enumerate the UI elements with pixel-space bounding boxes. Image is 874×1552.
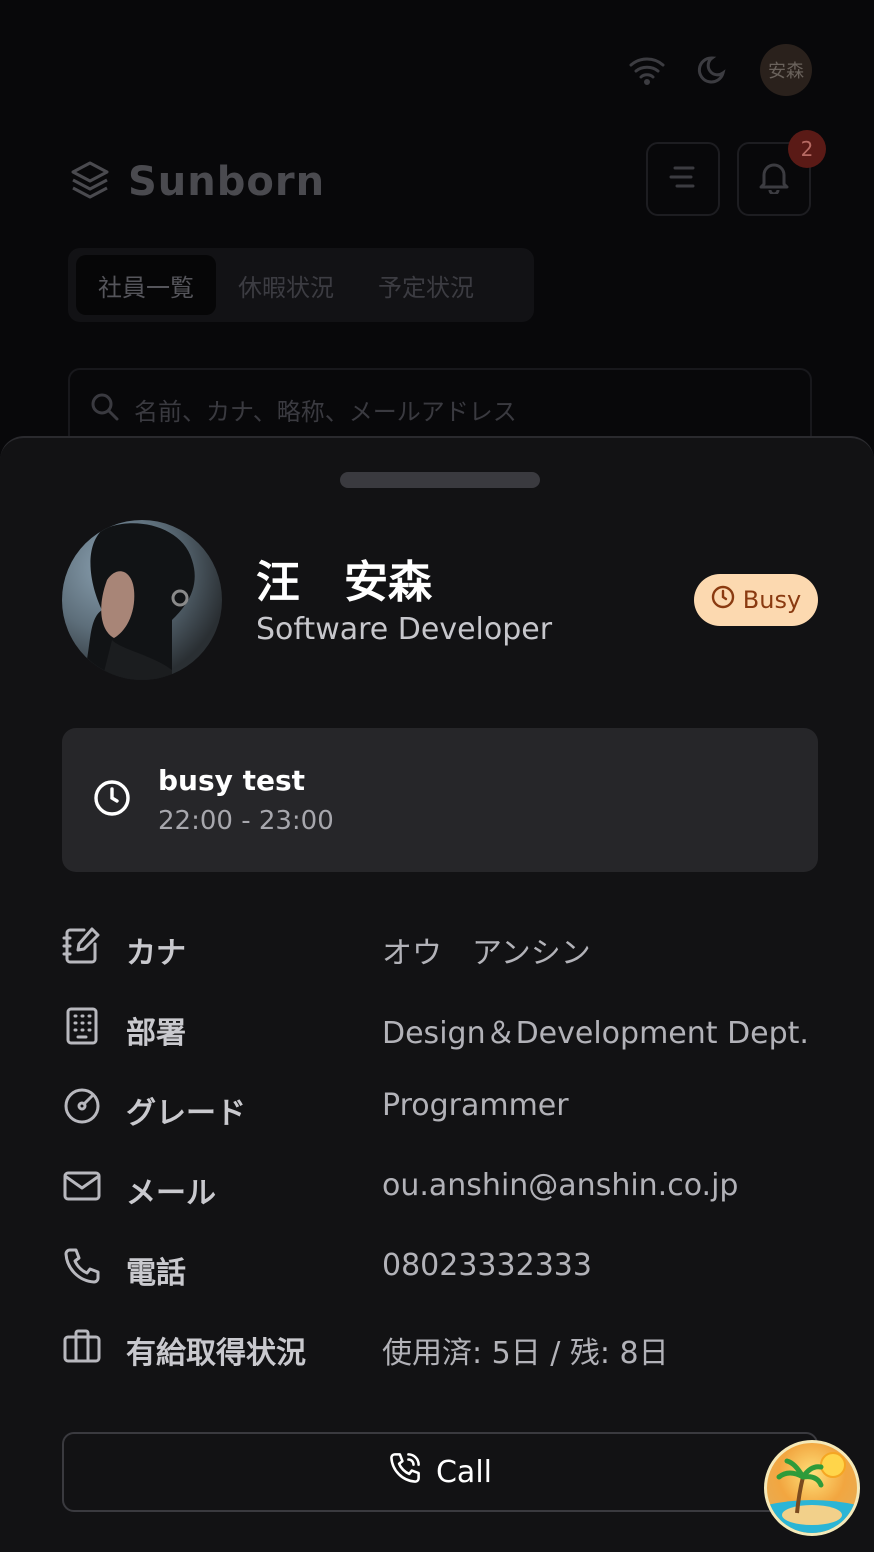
- detail-row-kana: カナ オウ アンシン: [62, 916, 822, 976]
- detail-label: グレード: [126, 1096, 246, 1131]
- event-time: 22:00 - 23:00: [158, 806, 334, 836]
- call-button-label: Call: [435, 1454, 492, 1490]
- detail-value: Design＆Development Dept.: [382, 1016, 809, 1051]
- phone-link[interactable]: 08023332333: [382, 1248, 592, 1283]
- detail-value: Programmer: [382, 1088, 569, 1123]
- mail-icon: [62, 1166, 102, 1206]
- detail-row-phone: 電話 08023332333: [62, 1236, 822, 1296]
- detail-label: メール: [126, 1176, 216, 1211]
- tab-employee-list[interactable]: 社員一覧: [76, 255, 216, 315]
- building-icon: [62, 1006, 102, 1046]
- phone-icon: [62, 1246, 102, 1286]
- brand: Sunborn: [68, 158, 325, 206]
- layers-icon: [68, 158, 112, 206]
- detail-label: 電話: [126, 1256, 186, 1291]
- floating-beach-badge[interactable]: [764, 1440, 860, 1536]
- tab-schedule-status[interactable]: 予定状況: [356, 255, 496, 315]
- menu-icon: [669, 164, 697, 194]
- detail-label: 有給取得状況: [126, 1336, 306, 1371]
- phone-call-icon: [388, 1451, 422, 1493]
- detail-label: 部署: [126, 1016, 186, 1051]
- briefcase-icon: [62, 1326, 102, 1366]
- moon-icon[interactable]: [696, 53, 730, 87]
- sheet-drag-handle[interactable]: [340, 472, 540, 488]
- employee-name: 汪 安森: [256, 557, 432, 608]
- wifi-icon: [628, 55, 666, 85]
- detail-row-paid-leave: 有給取得状況 使用済: 5日 / 残: 8日: [62, 1316, 822, 1376]
- detail-value: 使用済: 5日 / 残: 8日: [382, 1336, 669, 1371]
- tab-leave-status[interactable]: 休暇状況: [216, 255, 356, 315]
- employee-photo: [62, 520, 222, 680]
- user-avatar[interactable]: 安森: [760, 44, 812, 96]
- notification-badge: 2: [788, 130, 826, 168]
- top-status-bar: 安森: [628, 44, 812, 96]
- detail-row-grade: グレード Programmer: [62, 1076, 822, 1136]
- clock-icon: [711, 585, 735, 615]
- search-placeholder: 名前、カナ、略称、メールアドレス: [134, 398, 517, 426]
- event-title: busy test: [158, 764, 306, 797]
- notebook-pen-icon: [62, 926, 102, 966]
- call-button[interactable]: Call: [62, 1432, 818, 1512]
- clock-icon: [92, 778, 132, 822]
- employee-detail-sheet: 汪 安森 Software Developer Busy busy test 2…: [0, 436, 874, 1552]
- detail-row-department: 部署 Design＆Development Dept.: [62, 996, 822, 1056]
- palm-tree-icon: [767, 1452, 857, 1533]
- tab-bar: 社員一覧 休暇状況 予定状況: [68, 248, 534, 322]
- current-event-card: busy test 22:00 - 23:00: [62, 728, 818, 872]
- status-badge: Busy: [694, 574, 818, 626]
- bell-icon: [758, 160, 790, 198]
- detail-value: オウ アンシン: [382, 936, 591, 971]
- search-icon: [90, 392, 120, 426]
- status-label: Busy: [742, 586, 802, 614]
- brand-name: Sunborn: [128, 159, 326, 205]
- gauge-icon: [62, 1086, 102, 1126]
- detail-label: カナ: [126, 936, 186, 971]
- detail-row-email: メール ou.anshin@anshin.co.jp: [62, 1156, 822, 1216]
- menu-button[interactable]: [646, 142, 720, 216]
- email-link[interactable]: ou.anshin@anshin.co.jp: [382, 1168, 738, 1203]
- employee-role: Software Developer: [256, 612, 553, 647]
